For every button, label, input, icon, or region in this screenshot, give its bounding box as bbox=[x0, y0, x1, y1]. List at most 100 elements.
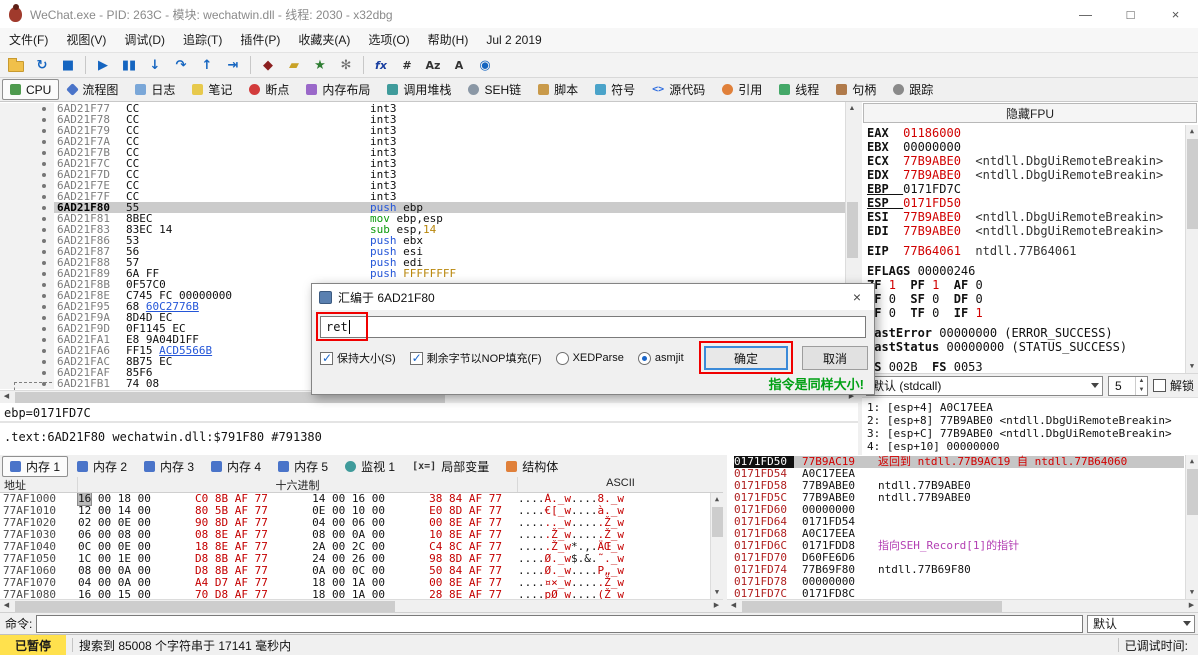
tab-symbols[interactable]: 符号 bbox=[587, 79, 643, 100]
tab-trace[interactable]: 跟踪 bbox=[885, 79, 941, 100]
patches-button[interactable]: ▰ bbox=[282, 54, 306, 76]
breakpoint-gutter[interactable] bbox=[0, 356, 54, 367]
menu-item[interactable]: 帮助(H) bbox=[419, 28, 478, 52]
dialog-close-button[interactable]: × bbox=[840, 284, 874, 310]
register-row[interactable]: GS 002B FS 0053 bbox=[867, 360, 1180, 373]
breakpoint-gutter[interactable] bbox=[0, 114, 54, 125]
scroll-up-arrow-icon[interactable] bbox=[1186, 455, 1198, 468]
search-globe-button[interactable]: ◉ bbox=[473, 54, 497, 76]
breakpoint-gutter[interactable] bbox=[0, 345, 54, 356]
menu-item[interactable]: Jul 2 2019 bbox=[477, 28, 550, 52]
scroll-up-arrow-icon[interactable] bbox=[711, 493, 723, 506]
settings-gear-button[interactable]: ✻ bbox=[334, 54, 358, 76]
bottom-tab-memory1[interactable]: 内存 1 bbox=[2, 456, 68, 477]
menu-item[interactable]: 视图(V) bbox=[57, 28, 115, 52]
cancel-button[interactable]: 取消 bbox=[802, 346, 868, 370]
registers-pane[interactable]: 隐藏FPU EAX 01186000EBX 00000000ECX 77B9AB… bbox=[862, 102, 1198, 455]
stack-vscrollbar[interactable] bbox=[1185, 455, 1198, 599]
argument-count-spinner[interactable]: 5 bbox=[1108, 376, 1148, 396]
breakpoint-gutter[interactable] bbox=[0, 103, 54, 114]
spinner-arrows-icon[interactable] bbox=[1135, 377, 1147, 395]
ok-button[interactable]: 确定 bbox=[704, 346, 788, 370]
breakpoint-gutter[interactable] bbox=[0, 213, 54, 224]
breakpoint-gutter[interactable] bbox=[0, 125, 54, 136]
tab-references[interactable]: 引用 bbox=[714, 79, 770, 100]
breakpoint-gutter[interactable] bbox=[0, 246, 54, 257]
register-row[interactable]: OF 0 SF 0 DF 0 bbox=[867, 292, 1180, 306]
dialog-titlebar[interactable]: 汇编于 6AD21F80 × bbox=[312, 284, 874, 310]
breakpoint-gutter[interactable] bbox=[0, 290, 54, 301]
scroll-left-arrow-icon[interactable] bbox=[0, 600, 13, 612]
breakpoint-gutter[interactable] bbox=[0, 257, 54, 268]
tab-notes[interactable]: 笔记 bbox=[184, 79, 240, 100]
stack-hscrollbar[interactable] bbox=[727, 599, 1198, 612]
register-row[interactable]: LastError 00000000 (ERROR_SUCCESS) bbox=[867, 326, 1180, 340]
register-row[interactable]: ESI 77B9ABE0 <ntdll.DbgUiRemoteBreakin> bbox=[867, 210, 1180, 224]
close-button[interactable]: × bbox=[1153, 0, 1198, 28]
menu-item[interactable]: 插件(P) bbox=[231, 28, 289, 52]
stack-pane[interactable]: 0171FD5077B9AC19返回到 ntdll.77B9AC19 自 ntd… bbox=[727, 455, 1198, 612]
breakpoint-gutter[interactable] bbox=[0, 279, 54, 290]
breakpoint-gutter[interactable] bbox=[0, 323, 54, 334]
stack-argument-row[interactable]: 3: [esp+C] 77B9ABE0 <ntdll.DbgUiRemoteBr… bbox=[867, 427, 1198, 440]
titlebar[interactable]: WeChat.exe - PID: 263C - 模块: wechatwin.d… bbox=[0, 0, 1198, 28]
breakpoint-gutter[interactable] bbox=[0, 180, 54, 191]
run-button[interactable]: ▶ bbox=[91, 54, 115, 76]
fill-nop-checkbox[interactable]: 剩余字节以NOP填充(F) bbox=[410, 350, 542, 366]
dump-row[interactable]: 77AF108016 00 15 0070 D8 AF 7718 00 1A 0… bbox=[0, 589, 723, 599]
stack-argument-row[interactable]: 2: [esp+8] 77B9ABE0 <ntdll.DbgUiRemoteBr… bbox=[867, 414, 1198, 427]
command-input[interactable] bbox=[36, 615, 1083, 633]
open-file-button[interactable] bbox=[4, 54, 28, 76]
stack-row[interactable]: 0171FD7C0171FD8C bbox=[734, 588, 1184, 599]
menu-item[interactable]: 追踪(T) bbox=[174, 28, 231, 52]
bottom-tab-memory5[interactable]: 内存 5 bbox=[270, 456, 336, 477]
bottom-tab-struct[interactable]: 结构体 bbox=[498, 456, 566, 477]
scrollbar-thumb[interactable] bbox=[712, 507, 723, 537]
command-mode-select[interactable]: 默认 bbox=[1087, 615, 1195, 633]
tab-graph[interactable]: 流程图 bbox=[60, 79, 126, 100]
menu-item[interactable]: 调试(D) bbox=[115, 28, 174, 52]
bottom-tab-watch[interactable]: 监视 1 bbox=[337, 456, 403, 477]
tab-memory-map[interactable]: 内存布局 bbox=[298, 79, 378, 100]
tab-seh-chain[interactable]: SEH链 bbox=[460, 79, 529, 100]
register-row[interactable]: ZF 1 PF 1 AF 0 bbox=[867, 278, 1180, 292]
assemble-instruction-input[interactable]: ret bbox=[320, 316, 866, 338]
tab-breakpoint[interactable]: 断点 bbox=[241, 79, 297, 100]
register-row[interactable]: LastStatus 00000000 (STATUS_SUCCESS) bbox=[867, 340, 1180, 354]
register-row[interactable]: EFLAGS 00000246 bbox=[867, 264, 1180, 278]
keep-size-checkbox[interactable]: 保持大小(S) bbox=[320, 350, 396, 366]
font-button[interactable]: A bbox=[447, 54, 471, 76]
menu-item[interactable]: 文件(F) bbox=[0, 28, 57, 52]
breakpoint-gutter[interactable] bbox=[0, 268, 54, 279]
register-row[interactable]: EBX 00000000 bbox=[867, 140, 1180, 154]
scrollbar-thumb[interactable] bbox=[15, 601, 395, 612]
breakpoint-gutter[interactable] bbox=[0, 147, 54, 158]
register-row[interactable]: EBP 0171FD7C bbox=[867, 182, 1180, 196]
xedparse-radio[interactable]: XEDParse bbox=[556, 352, 624, 365]
case-az-button[interactable]: Az bbox=[421, 54, 445, 76]
scroll-down-arrow-icon[interactable] bbox=[1186, 586, 1198, 599]
menu-item[interactable]: 选项(O) bbox=[359, 28, 418, 52]
hide-fpu-button[interactable]: 隐藏FPU bbox=[863, 103, 1197, 123]
scrollbar-thumb[interactable] bbox=[1187, 139, 1198, 229]
register-row[interactable]: EAX 01186000 bbox=[867, 126, 1180, 140]
tab-call-stack[interactable]: 调用堆栈 bbox=[379, 79, 459, 100]
scroll-down-arrow-icon[interactable] bbox=[711, 586, 723, 599]
register-row[interactable]: EDI 77B9ABE0 <ntdll.DbgUiRemoteBreakin> bbox=[867, 224, 1180, 238]
tab-source-code[interactable]: <>源代码 bbox=[644, 79, 713, 100]
step-over-button[interactable]: ↷ bbox=[169, 54, 193, 76]
maximize-button[interactable]: □ bbox=[1108, 0, 1153, 28]
register-row[interactable]: ECX 77B9ABE0 <ntdll.DbgUiRemoteBreakin> bbox=[867, 154, 1180, 168]
scroll-left-arrow-icon[interactable] bbox=[0, 391, 13, 403]
scroll-down-arrow-icon[interactable] bbox=[1186, 360, 1198, 373]
stack-argument-row[interactable]: 1: [esp+4] A0C17EEA bbox=[867, 401, 1198, 414]
registers-vscrollbar[interactable] bbox=[1185, 125, 1198, 373]
stop-button[interactable]: ■ bbox=[56, 54, 80, 76]
unlock-checkbox[interactable]: 解锁 bbox=[1153, 377, 1194, 394]
tab-log[interactable]: 日志 bbox=[127, 79, 183, 100]
hash-button[interactable]: # bbox=[395, 54, 419, 76]
favourites-button[interactable]: ★ bbox=[308, 54, 332, 76]
minimize-button[interactable]: — bbox=[1063, 0, 1108, 28]
bottom-tab-memory4[interactable]: 内存 4 bbox=[203, 456, 269, 477]
step-out-button[interactable]: ↑ bbox=[195, 54, 219, 76]
